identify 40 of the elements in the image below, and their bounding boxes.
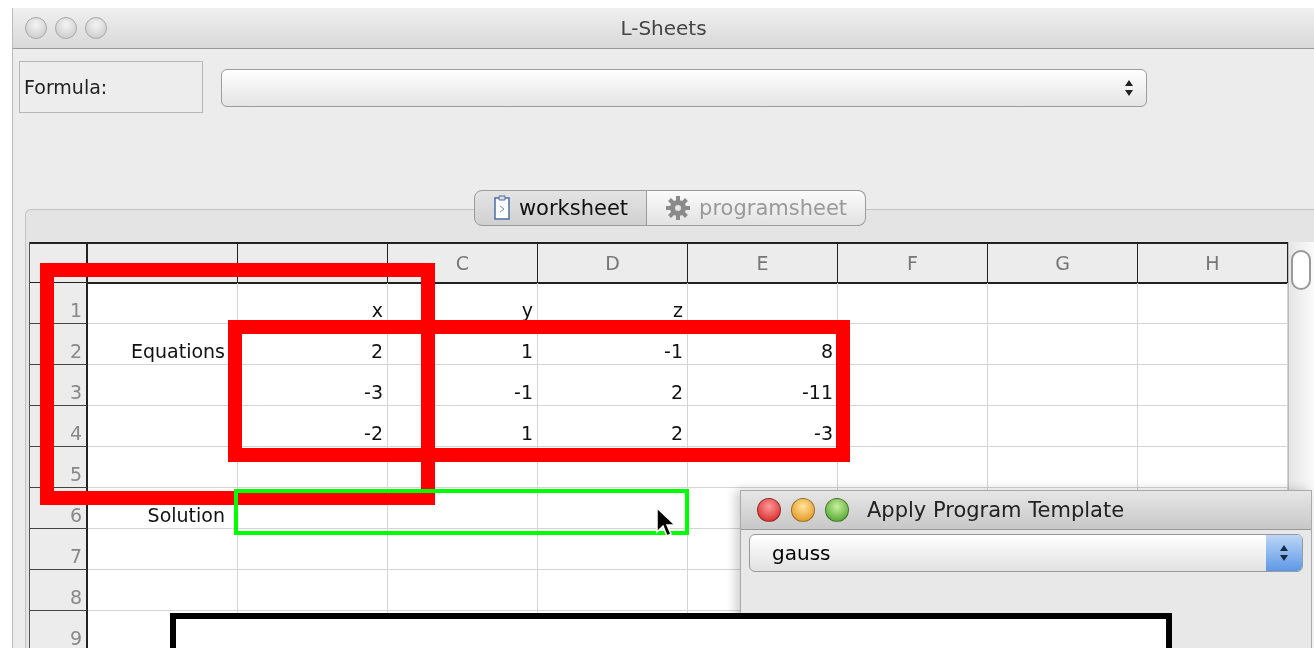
table-cell: -1: [538, 324, 688, 365]
table-cell: -11: [688, 365, 838, 406]
zoom-button[interactable]: [85, 17, 107, 39]
table-cell: 1: [388, 406, 538, 447]
column-header[interactable]: F: [838, 242, 988, 284]
table-cell: x: [238, 283, 388, 324]
table-cell: 2: [538, 406, 688, 447]
table-cell: z: [538, 283, 688, 324]
minimize-button[interactable]: [55, 17, 77, 39]
table-cell: -3: [688, 406, 838, 447]
table-cell: -2: [238, 406, 388, 447]
table-cell: 1: [388, 324, 538, 365]
column-header[interactable]: H: [1138, 242, 1288, 284]
formula-field[interactable]: [221, 69, 1147, 107]
document-icon: [492, 195, 511, 221]
row-header[interactable]: 9: [30, 611, 88, 648]
table-cell: 8: [688, 324, 838, 365]
column-header[interactable]: D: [538, 242, 688, 284]
gear-icon: [665, 195, 692, 221]
minimize-button[interactable]: [791, 498, 815, 522]
row-header[interactable]: 7: [30, 529, 88, 570]
column-header[interactable]: G: [988, 242, 1138, 284]
table-cell: -3: [238, 365, 388, 406]
formula-label: Formula:: [19, 61, 203, 113]
table-cell: -1: [388, 365, 538, 406]
template-dropdown[interactable]: gauss: [749, 534, 1303, 572]
stepper-icon: [1124, 79, 1134, 97]
table-cell: 2: [238, 324, 388, 365]
zoom-button[interactable]: [825, 498, 849, 522]
dialog-title: Apply Program Template: [867, 498, 1125, 522]
scroll-thumb[interactable]: [1291, 250, 1311, 290]
table-cell: Equations: [88, 324, 238, 365]
window-title: L-Sheets: [620, 16, 707, 40]
column-header[interactable]: E: [688, 242, 838, 284]
close-button[interactable]: [757, 498, 781, 522]
sheet-tab[interactable]: worksheet: [473, 190, 648, 226]
table-cell: Solution: [88, 488, 238, 529]
table-cell: 2: [538, 365, 688, 406]
sheet-tab[interactable]: programsheet: [647, 190, 867, 226]
row-header[interactable]: 8: [30, 570, 88, 611]
